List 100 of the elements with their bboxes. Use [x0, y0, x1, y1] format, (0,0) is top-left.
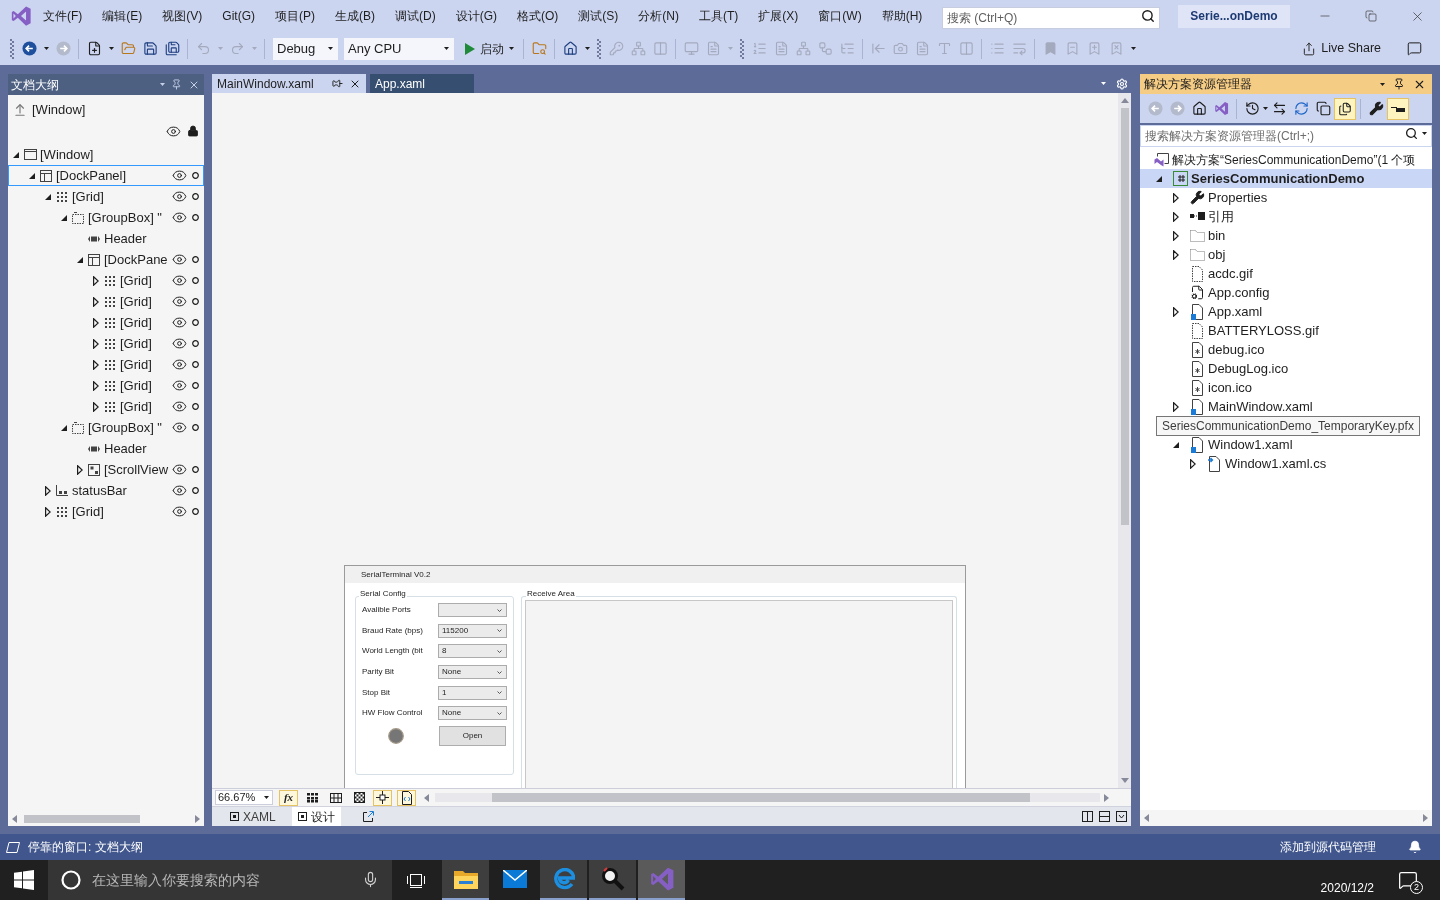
- ring-icon[interactable]: [61, 870, 81, 890]
- eye-icon[interactable]: [172, 420, 187, 435]
- circle-icon[interactable]: [192, 466, 199, 473]
- tree-item[interactable]: [DockPane: [8, 249, 204, 270]
- caret-icon[interactable]: [497, 670, 502, 674]
- menu-item[interactable]: 扩展(X): [748, 4, 809, 28]
- tree-item[interactable]: BATTERYLOSS.gif: [1140, 321, 1432, 340]
- scroll-down-arrow-icon[interactable]: [1120, 778, 1129, 783]
- expanded-arrow-icon[interactable]: [1173, 441, 1179, 448]
- grid-squares-icon[interactable]: [307, 792, 319, 803]
- refresh-icon[interactable]: [1293, 101, 1309, 116]
- tree-item[interactable]: [Grid]: [8, 501, 204, 522]
- collapsed-arrow-icon[interactable]: [45, 485, 51, 496]
- tree-item[interactable]: App.config: [1140, 283, 1432, 302]
- dropdown[interactable]: 115200: [438, 623, 507, 638]
- save-all-icon[interactable]: [164, 41, 180, 56]
- tree-item[interactable]: SeriesCommunicationDemo: [1140, 169, 1432, 188]
- menu-item[interactable]: 生成(B): [325, 4, 385, 28]
- menu-item[interactable]: 调试(D): [385, 4, 446, 28]
- tree-item[interactable]: App.xaml: [1140, 302, 1432, 321]
- circle-icon[interactable]: [192, 298, 199, 305]
- search-field[interactable]: 搜索 (Ctrl+Q): [942, 7, 1160, 29]
- collapsed-arrow-icon[interactable]: [1173, 401, 1179, 412]
- scrollbar-thumb[interactable]: [492, 793, 1030, 802]
- bell-icon[interactable]: [1408, 840, 1422, 854]
- tree-item[interactable]: [ScrollView: [8, 459, 204, 480]
- tree-item[interactable]: [Grid]: [8, 270, 204, 291]
- eye-icon[interactable]: [172, 252, 187, 267]
- back-arrow-icon[interactable]: [21, 41, 37, 56]
- collapsed-arrow-icon[interactable]: [93, 338, 99, 349]
- tree-item[interactable]: MainWindow.xaml: [1140, 397, 1432, 416]
- tree-item[interactable]: [Grid]: [8, 291, 204, 312]
- circle-icon[interactable]: [192, 361, 199, 368]
- taskbar-app[interactable]: [442, 860, 489, 900]
- expanded-arrow-icon[interactable]: [29, 172, 35, 179]
- speech-bubble-icon[interactable]: [1407, 41, 1422, 56]
- magnifier-icon[interactable]: [600, 867, 625, 891]
- collapsed-arrow-icon[interactable]: [93, 359, 99, 370]
- search-icon[interactable]: [1405, 127, 1418, 140]
- window-panes-icon[interactable]: [14, 870, 34, 890]
- stacked-squares-icon[interactable]: [1315, 101, 1331, 116]
- pin-icon[interactable]: [1393, 78, 1405, 90]
- tree-item[interactable]: Window1.xaml.cs: [1140, 454, 1432, 473]
- platform-dropdown[interactable]: Any CPU: [344, 37, 454, 60]
- scroll-left-arrow-icon[interactable]: [12, 814, 17, 823]
- scroll-up-arrow-icon[interactable]: [1120, 98, 1129, 103]
- expanded-arrow-icon[interactable]: [1156, 175, 1162, 182]
- taskbar-app[interactable]: [589, 860, 636, 900]
- eye-icon[interactable]: [172, 273, 187, 288]
- eye-icon[interactable]: [172, 462, 187, 477]
- dropdown[interactable]: 1: [438, 685, 507, 700]
- tree-item[interactable]: statusBar: [8, 480, 204, 501]
- expanded-arrow-icon[interactable]: [61, 214, 67, 221]
- menu-item[interactable]: 测试(S): [568, 4, 629, 28]
- dropdown[interactable]: 8: [438, 644, 507, 659]
- collapsed-arrow-icon[interactable]: [93, 401, 99, 412]
- tree-item[interactable]: Header: [8, 228, 204, 249]
- collapsed-arrow-icon[interactable]: [93, 275, 99, 286]
- menu-item[interactable]: 设计(G): [445, 4, 507, 28]
- circle-icon[interactable]: [192, 214, 199, 221]
- search-icon[interactable]: [1141, 9, 1155, 23]
- dropdown[interactable]: None: [438, 706, 507, 721]
- caret-icon[interactable]: [584, 47, 590, 50]
- grip-icon[interactable]: [597, 38, 601, 59]
- square-dot-icon[interactable]: [230, 812, 239, 821]
- expanded-arrow-icon[interactable]: [13, 151, 19, 158]
- app-logo-icon[interactable]: [1213, 101, 1229, 116]
- tree-item[interactable]: obj: [1140, 245, 1432, 264]
- caret-icon[interactable]: [328, 47, 333, 50]
- collapsed-arrow-icon[interactable]: [1173, 230, 1179, 241]
- circle-icon[interactable]: [192, 424, 199, 431]
- share-icon[interactable]: [1302, 41, 1317, 56]
- caret-icon[interactable]: [497, 629, 502, 633]
- caret-icon[interactable]: [444, 47, 449, 50]
- menu-item[interactable]: 项目(P): [265, 4, 325, 28]
- tree-item[interactable]: icon.ico: [1140, 378, 1432, 397]
- play-icon[interactable]: [465, 42, 475, 55]
- caret-icon[interactable]: [497, 711, 502, 715]
- configuration-dropdown[interactable]: Debug: [273, 37, 338, 60]
- tree-item[interactable]: [Grid]: [8, 354, 204, 375]
- eye-icon[interactable]: [172, 483, 187, 498]
- collapsed-arrow-icon[interactable]: [1173, 249, 1179, 260]
- collapsed-arrow-icon[interactable]: [1173, 306, 1179, 317]
- caret-icon[interactable]: [509, 47, 514, 50]
- collapsed-arrow-icon[interactable]: [93, 296, 99, 307]
- circle-icon[interactable]: [192, 172, 199, 179]
- taskbar-search-field[interactable]: 在这里输入你要搜索的内容: [48, 860, 392, 900]
- expanded-arrow-icon[interactable]: [45, 193, 51, 200]
- dropdown[interactable]: None: [438, 665, 507, 680]
- grid-box-icon[interactable]: [330, 792, 342, 803]
- open-folder-icon[interactable]: [120, 41, 136, 56]
- source-control-button[interactable]: 添加到源代码管理: [1280, 838, 1376, 856]
- sync-arrows-icon[interactable]: [1271, 101, 1287, 116]
- circle-icon[interactable]: [192, 382, 199, 389]
- scroll-right-arrow-icon[interactable]: [1104, 793, 1109, 802]
- folder-icon[interactable]: [453, 869, 478, 889]
- caret-icon[interactable]: [108, 47, 114, 50]
- view-tab[interactable]: XAML: [224, 807, 282, 826]
- eye-icon[interactable]: [172, 189, 187, 204]
- live-share-button[interactable]: Live Share: [1298, 36, 1385, 61]
